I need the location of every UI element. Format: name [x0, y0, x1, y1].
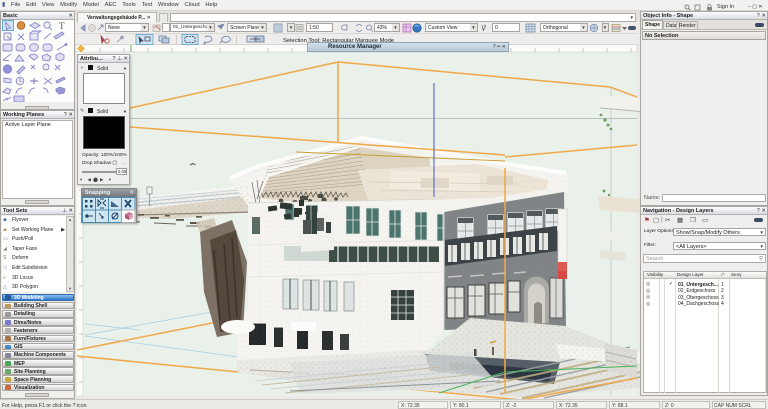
svg-text:T: T: [59, 21, 65, 31]
